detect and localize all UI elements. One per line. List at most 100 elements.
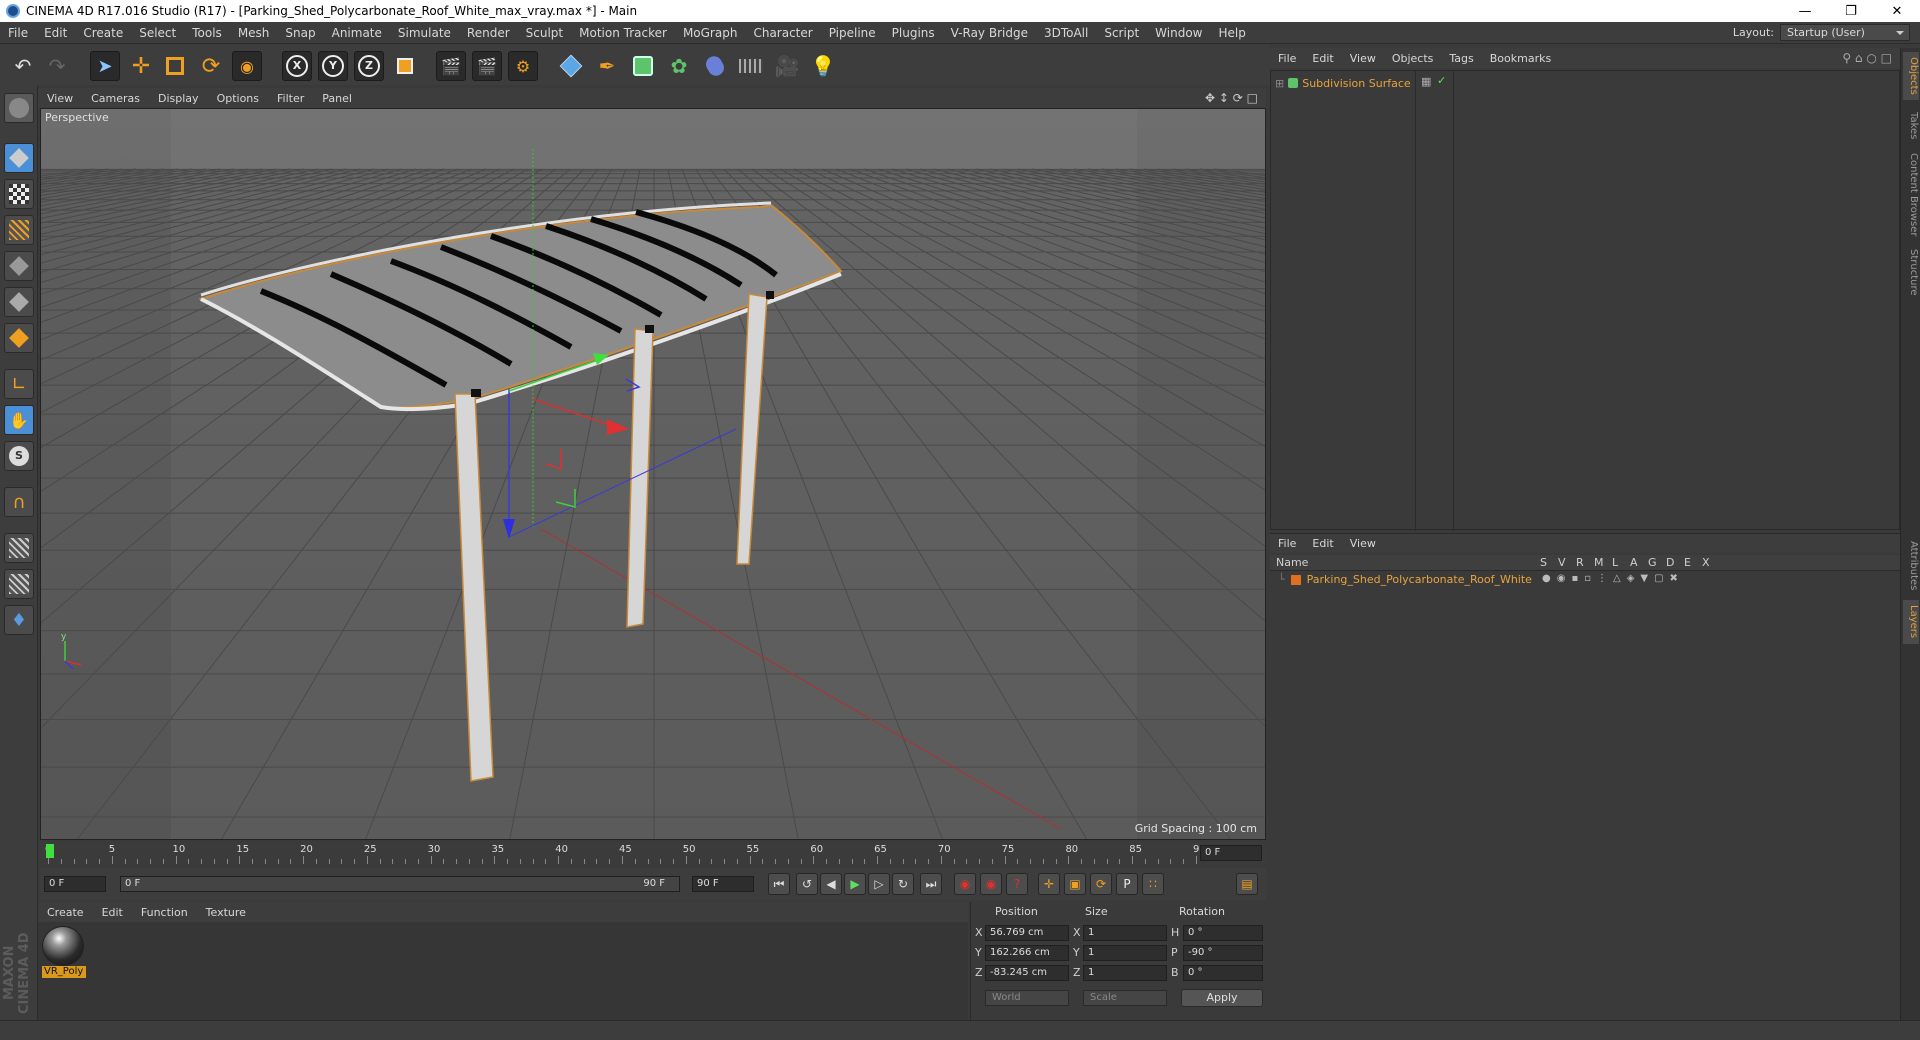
recent-tool[interactable]: ◉ bbox=[232, 51, 262, 81]
size-y-field[interactable]: 1 bbox=[1083, 945, 1167, 961]
record-rotation-button[interactable]: ⟳ bbox=[1090, 873, 1112, 895]
material-menu-edit[interactable]: Edit bbox=[93, 906, 132, 919]
object-menu-edit[interactable]: Edit bbox=[1304, 52, 1341, 65]
preview-range-slider[interactable]: 0 F 90 F bbox=[120, 876, 680, 892]
light-object-button[interactable]: 💡 bbox=[808, 51, 838, 81]
enabled-check-icon[interactable]: ✓ bbox=[1437, 74, 1446, 87]
rotation-b-field[interactable]: 0 ° bbox=[1183, 965, 1263, 981]
play-button[interactable]: ▶ bbox=[844, 873, 866, 895]
y-axis-lock-button[interactable]: Y bbox=[318, 51, 348, 81]
snap-settings-button[interactable]: S bbox=[4, 441, 34, 471]
start-frame-field[interactable]: 0 F bbox=[44, 876, 106, 892]
tweak-mode-button[interactable]: ✋ bbox=[4, 405, 34, 435]
cloner-button[interactable]: ✿ bbox=[664, 51, 694, 81]
autokeying-button[interactable]: ◉ bbox=[980, 873, 1002, 895]
points-mode-button[interactable] bbox=[4, 251, 34, 281]
menu-3dtoall[interactable]: 3DToAll bbox=[1036, 26, 1096, 40]
previous-key-button[interactable]: ↺ bbox=[796, 873, 818, 895]
menu-plugins[interactable]: Plugins bbox=[884, 26, 943, 40]
menu-render[interactable]: Render bbox=[459, 26, 518, 40]
render-picture-viewer-button[interactable]: 🎬 bbox=[472, 51, 502, 81]
menu-sculpt[interactable]: Sculpt bbox=[518, 26, 571, 40]
tab-objects[interactable]: Objects bbox=[1903, 52, 1919, 100]
menu-pipeline[interactable]: Pipeline bbox=[821, 26, 884, 40]
rotate-tool[interactable]: ⟳ bbox=[196, 51, 226, 81]
layer-menu-edit[interactable]: Edit bbox=[1304, 537, 1341, 550]
render-view-button[interactable]: 🎬 bbox=[436, 51, 466, 81]
record-keyframe-button[interactable]: ◉ bbox=[954, 873, 976, 895]
playhead[interactable] bbox=[46, 844, 54, 858]
lock-workplane-button[interactable] bbox=[4, 533, 34, 563]
texture-mode-button[interactable] bbox=[4, 179, 34, 209]
layer-menu-file[interactable]: File bbox=[1270, 537, 1304, 550]
record-parameter-button[interactable]: P bbox=[1116, 873, 1138, 895]
object-menu-tags[interactable]: Tags bbox=[1441, 52, 1481, 65]
position-z-field[interactable]: -83.245 cm bbox=[985, 965, 1069, 981]
minimize-button[interactable]: — bbox=[1782, 0, 1828, 22]
coordinate-mode-dropdown[interactable]: World bbox=[985, 990, 1069, 1006]
record-point-level-button[interactable]: ∷ bbox=[1142, 873, 1164, 895]
menu-window[interactable]: Window bbox=[1147, 26, 1210, 40]
object-manager-search-icon[interactable]: ⚲ ⌂ ○ □ bbox=[1842, 51, 1892, 65]
layer-color-swatch[interactable] bbox=[1290, 574, 1301, 585]
layout-dropdown[interactable]: Startup (User) bbox=[1780, 24, 1910, 41]
magnet-tool-button[interactable]: ∩ bbox=[4, 487, 34, 517]
timeline-ruler[interactable]: 051015202530354045505560657075808590 0 F bbox=[40, 842, 1266, 864]
python-script-button[interactable]: ♦ bbox=[4, 605, 34, 635]
layer-row[interactable]: └ Parking_Shed_Polycarbonate_Roof_White bbox=[1278, 573, 1532, 586]
next-frame-button[interactable]: ▷ bbox=[868, 873, 890, 895]
menu-motion-tracker[interactable]: Motion Tracker bbox=[571, 26, 675, 40]
record-scale-button[interactable]: ▣ bbox=[1064, 873, 1086, 895]
viewport-menu-options[interactable]: Options bbox=[208, 92, 268, 105]
menu-help[interactable]: Help bbox=[1210, 26, 1253, 40]
position-y-field[interactable]: 162.266 cm bbox=[985, 945, 1069, 961]
viewport-menu-view[interactable]: View bbox=[38, 92, 82, 105]
timeline-window-button[interactable]: ▤ bbox=[1236, 873, 1258, 895]
planar-workplane-button[interactable] bbox=[4, 569, 34, 599]
position-x-field[interactable]: 56.769 cm bbox=[985, 925, 1069, 941]
workplane-mode-button[interactable] bbox=[4, 215, 34, 245]
x-axis-lock-button[interactable]: X bbox=[282, 51, 312, 81]
object-menu-bookmarks[interactable]: Bookmarks bbox=[1482, 52, 1559, 65]
spline-pen-button[interactable]: ✒ bbox=[592, 51, 622, 81]
close-button[interactable]: ✕ bbox=[1874, 0, 1920, 22]
tab-takes[interactable]: Takes bbox=[1903, 106, 1919, 146]
end-frame-field[interactable]: 90 F bbox=[692, 876, 754, 892]
object-menu-objects[interactable]: Objects bbox=[1384, 52, 1442, 65]
visibility-toggle-icon[interactable]: ▦ bbox=[1421, 75, 1431, 88]
rotation-h-field[interactable]: 0 ° bbox=[1183, 925, 1263, 941]
menu-select[interactable]: Select bbox=[131, 26, 184, 40]
deformer-button[interactable] bbox=[700, 51, 730, 81]
current-frame-field[interactable]: 0 F bbox=[1200, 845, 1262, 861]
viewport-menu-panel[interactable]: Panel bbox=[313, 92, 361, 105]
menu-mograph[interactable]: MoGraph bbox=[675, 26, 746, 40]
viewport-nav-icons[interactable]: ✥ ↕ ⟳ □ bbox=[1205, 91, 1258, 105]
edges-mode-button[interactable] bbox=[4, 287, 34, 317]
menu-vray-bridge[interactable]: V-Ray Bridge bbox=[943, 26, 1036, 40]
layer-flags-icons[interactable]: ●◉▪▫⋮△◈▼▢✖ bbox=[1542, 573, 1684, 584]
layer-menu-view[interactable]: View bbox=[1342, 537, 1384, 550]
camera-object-button[interactable]: 🎥 bbox=[772, 51, 802, 81]
menu-tools[interactable]: Tools bbox=[184, 26, 230, 40]
viewport-menu-display[interactable]: Display bbox=[149, 92, 208, 105]
menu-create[interactable]: Create bbox=[75, 26, 131, 40]
make-editable-button[interactable] bbox=[4, 93, 34, 123]
object-menu-file[interactable]: File bbox=[1270, 52, 1304, 65]
next-key-button[interactable]: ↻ bbox=[892, 873, 914, 895]
material-menu-create[interactable]: Create bbox=[38, 906, 93, 919]
tab-attributes[interactable]: Attributes bbox=[1903, 538, 1919, 594]
material-menu-function[interactable]: Function bbox=[132, 906, 197, 919]
axis-mode-button[interactable]: ∟ bbox=[4, 369, 34, 399]
menu-animate[interactable]: Animate bbox=[324, 26, 390, 40]
undo-button[interactable]: ↶ bbox=[8, 51, 38, 81]
material-swatch[interactable]: VR_Poly bbox=[42, 926, 86, 978]
menu-simulate[interactable]: Simulate bbox=[390, 26, 459, 40]
restore-button[interactable]: ❐ bbox=[1828, 0, 1874, 22]
viewport-menu-filter[interactable]: Filter bbox=[268, 92, 313, 105]
previous-frame-button[interactable]: ◀ bbox=[820, 873, 842, 895]
menu-character[interactable]: Character bbox=[745, 26, 820, 40]
go-to-start-button[interactable]: ⏮ bbox=[768, 873, 790, 895]
tab-content-browser[interactable]: Content Browser bbox=[1903, 150, 1919, 240]
cube-object-button[interactable] bbox=[556, 51, 586, 81]
menu-edit[interactable]: Edit bbox=[36, 26, 75, 40]
